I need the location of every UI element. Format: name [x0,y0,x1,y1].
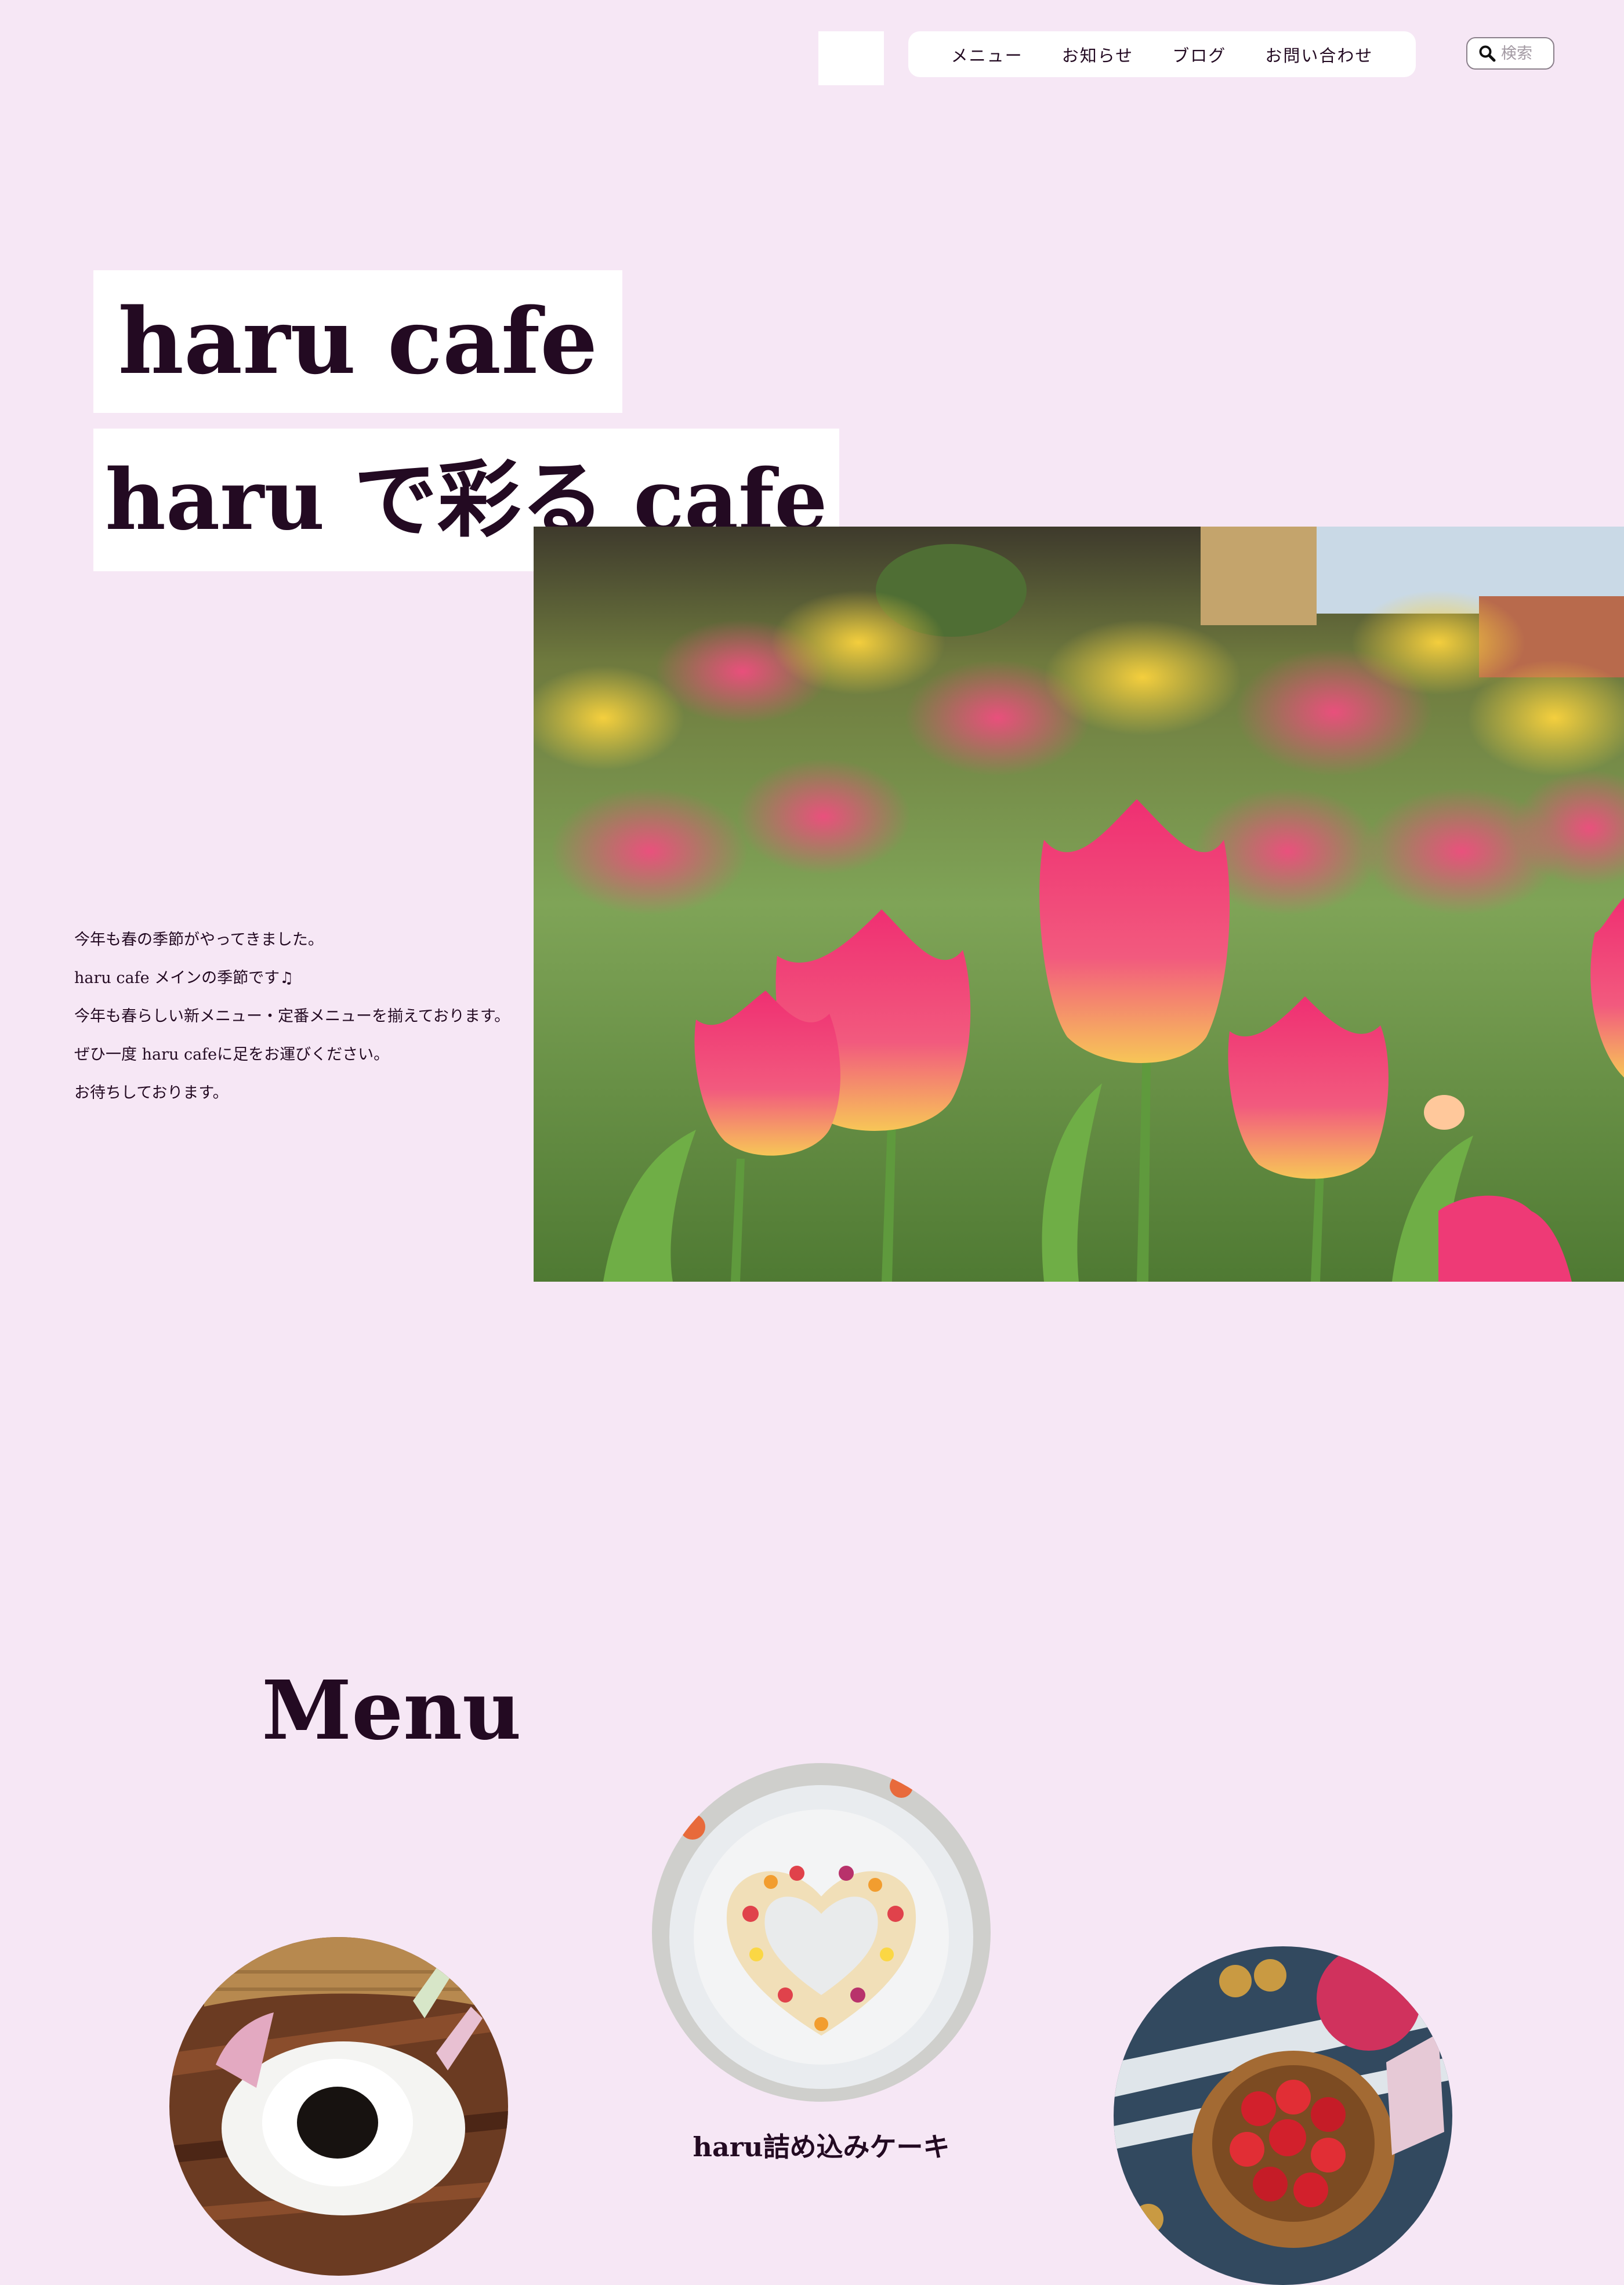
menu-item-caption[interactable]: haru詰め込みケーキ [652,2126,991,2164]
menu-item-coffee-image[interactable] [169,1937,508,2276]
intro-line: 今年も春らしい新メニュー・定番メニューを揃えております。 [74,1007,510,1025]
nav-item-blog[interactable]: ブログ [1172,42,1226,67]
coffee-illustration [169,1937,508,2276]
tulip-field-illustration [534,527,1624,1282]
search-box[interactable] [1466,37,1554,70]
intro-line: お待ちしております。 [74,1084,229,1102]
search-input[interactable] [1501,44,1553,63]
intro-line: 今年も春の季節がやってきました。 [74,931,324,949]
menu-item-cake-image[interactable] [652,1763,991,2102]
intro-line: haru cafe メインの季節です♫ [74,969,294,987]
intro-line: ぜひ一度 haru cafeに足をお運びください。 [74,1046,390,1064]
site-logo[interactable] [818,31,884,85]
heart-cake-illustration [652,1763,991,2102]
nav-item-contact[interactable]: お問い合わせ [1265,42,1373,67]
nav-item-menu[interactable]: メニュー [951,42,1023,67]
menu-item-strawberry-image[interactable] [1114,1946,1452,2285]
hero-tulip-photo [534,527,1624,1282]
hero-title: haru cafe [118,288,598,394]
menu-heading: Menu [262,1663,521,1758]
search-icon[interactable] [1478,44,1496,63]
global-nav: メニュー お知らせ ブログ お問い合わせ [908,31,1416,77]
strawberry-basket-illustration [1114,1946,1452,2285]
hero-title-panel: haru cafe [93,270,622,413]
nav-item-news[interactable]: お知らせ [1062,42,1133,67]
intro-text: 今年も春の季節がやってきました。 haru cafe メインの季節です♫ 今年も… [74,921,527,1112]
